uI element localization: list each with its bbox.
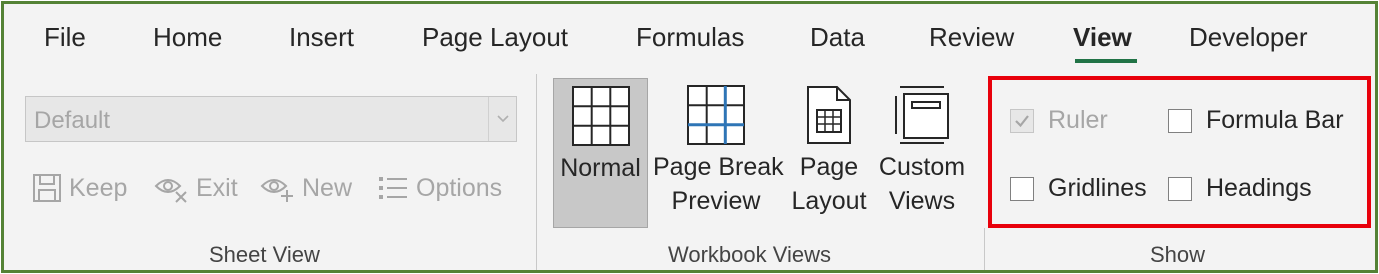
new-label: New xyxy=(302,173,353,202)
options-button[interactable]: Options xyxy=(376,170,502,206)
sheet-view-combo-value: Default xyxy=(34,107,111,134)
group-divider xyxy=(984,228,985,270)
page-layout-label-line1: Page xyxy=(799,153,859,181)
group-divider xyxy=(536,74,537,270)
ribbon-content: Default Keep Exit New Options Sheet View… xyxy=(4,66,1375,270)
normal-grid-icon xyxy=(571,86,630,146)
tab-page-layout[interactable]: Page Layout xyxy=(422,22,568,53)
active-tab-indicator xyxy=(1075,59,1137,63)
group-label-workbook-views: Workbook Views xyxy=(668,242,832,267)
ruler-label: Ruler xyxy=(1048,106,1108,134)
exit-button[interactable]: Exit xyxy=(154,170,238,206)
formula-bar-label: Formula Bar xyxy=(1206,106,1344,134)
checkbox-box[interactable] xyxy=(1168,108,1192,133)
ruler-checkbox[interactable]: Ruler xyxy=(1010,106,1108,135)
sheet-view-combo[interactable]: Default xyxy=(25,96,517,142)
page-break-label-line1: Page Break xyxy=(653,153,784,181)
options-label: Options xyxy=(416,173,503,202)
list-options-icon xyxy=(379,177,407,199)
page-layout-icon xyxy=(807,86,851,144)
tab-home[interactable]: Home xyxy=(153,22,222,53)
group-label-sheet-view: Sheet View xyxy=(209,242,320,267)
save-icon xyxy=(33,174,61,202)
gridlines-checkbox[interactable]: Gridlines xyxy=(1010,174,1147,203)
tab-insert[interactable]: Insert xyxy=(289,22,354,53)
checkbox-box[interactable] xyxy=(1010,108,1034,133)
page-break-icon xyxy=(687,85,745,145)
page-layout-view-button[interactable]: Page Layout xyxy=(785,78,873,228)
custom-views-icon xyxy=(895,86,949,144)
checkmark-icon xyxy=(1015,114,1029,127)
custom-views-label-line2: Views xyxy=(888,187,956,215)
gridlines-label: Gridlines xyxy=(1048,174,1147,202)
tab-view[interactable]: View xyxy=(1073,22,1132,53)
show-group-highlight xyxy=(988,76,1371,228)
tab-file[interactable]: File xyxy=(44,22,86,53)
page-layout-label-line2: Layout xyxy=(791,187,867,215)
custom-views-label-line1: Custom xyxy=(878,153,966,181)
headings-checkbox[interactable]: Headings xyxy=(1168,174,1312,203)
page-break-label-line2: Preview xyxy=(671,187,761,215)
keep-button[interactable]: Keep xyxy=(31,170,127,206)
exit-view-icon xyxy=(154,179,187,203)
new-sheet-view-button[interactable]: New xyxy=(260,170,352,206)
exit-label: Exit xyxy=(196,173,238,202)
formula-bar-checkbox[interactable]: Formula Bar xyxy=(1168,106,1344,135)
keep-label: Keep xyxy=(69,173,128,202)
ribbon-tab-bar: File Home Insert Page Layout Formulas Da… xyxy=(4,4,1375,66)
normal-label: Normal xyxy=(560,154,641,182)
headings-label: Headings xyxy=(1206,174,1312,202)
checkbox-box[interactable] xyxy=(1168,176,1192,201)
custom-views-button[interactable]: Custom Views xyxy=(874,78,970,228)
new-view-icon xyxy=(260,179,293,202)
checkbox-box[interactable] xyxy=(1010,176,1034,201)
tab-developer[interactable]: Developer xyxy=(1189,22,1308,53)
page-break-preview-button[interactable]: Page Break Preview xyxy=(653,78,784,228)
excel-ribbon-frame: File Home Insert Page Layout Formulas Da… xyxy=(1,1,1378,273)
chevron-down-icon[interactable] xyxy=(488,97,516,141)
tab-data[interactable]: Data xyxy=(810,22,865,53)
tab-review[interactable]: Review xyxy=(929,22,1014,53)
group-label-show: Show xyxy=(1150,242,1206,267)
normal-view-button[interactable]: Normal xyxy=(553,78,648,228)
tab-formulas[interactable]: Formulas xyxy=(636,22,744,53)
